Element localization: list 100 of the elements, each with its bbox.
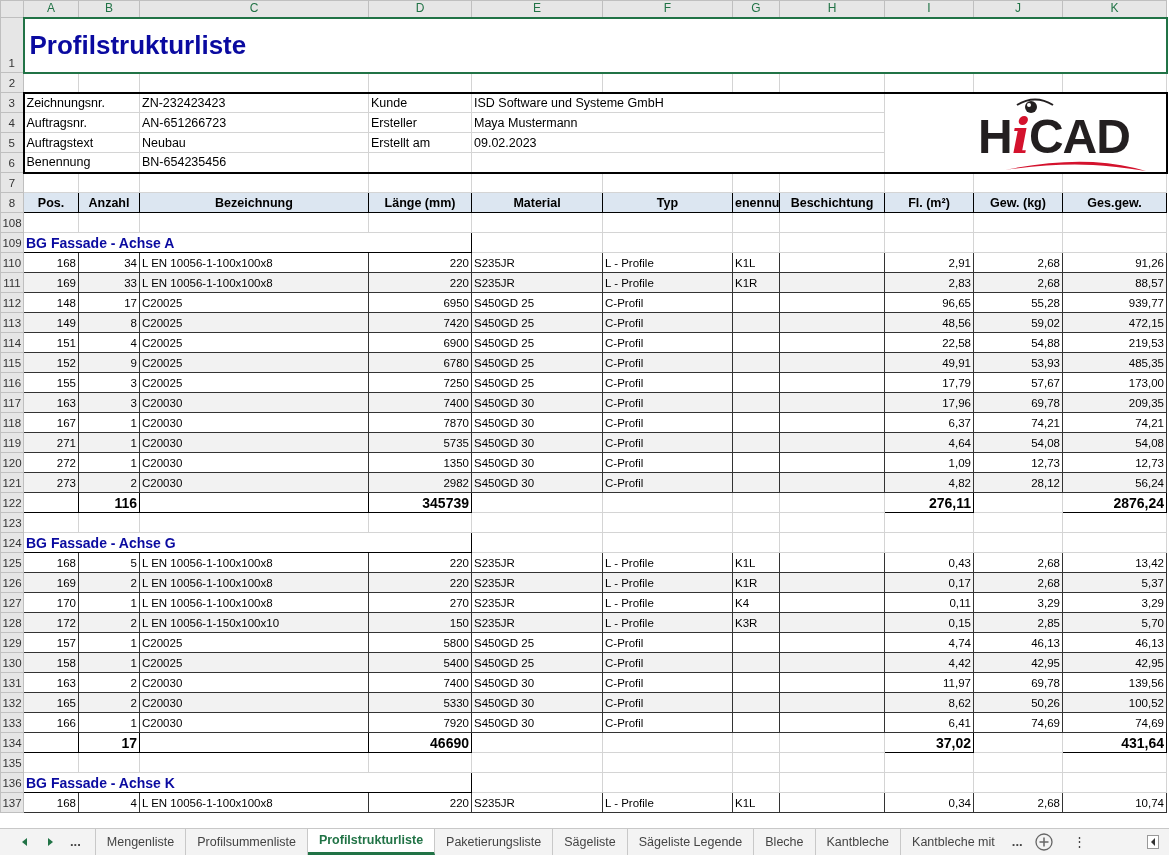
row-number[interactable]: 1: [0, 17, 24, 73]
table-cell: 46690: [368, 732, 472, 753]
table-cell: Auftragstext: [23, 132, 140, 153]
row-number[interactable]: 116: [0, 372, 24, 393]
row-number[interactable]: 124: [0, 532, 24, 553]
row-number[interactable]: 108: [0, 212, 24, 233]
sheet-tab[interactable]: Kantbleche: [815, 829, 902, 855]
sheet-tab[interactable]: Bleche: [754, 829, 816, 855]
table-cell: 10,74: [1062, 792, 1167, 813]
sheet-tab[interactable]: Paketierungsliste: [435, 829, 554, 855]
row-number[interactable]: 2: [0, 72, 24, 93]
row-number[interactable]: 8: [0, 192, 24, 213]
row-number[interactable]: 123: [0, 512, 24, 533]
row-number[interactable]: 132: [0, 692, 24, 713]
row-number[interactable]: 118: [0, 412, 24, 433]
table-cell: 0,43: [884, 552, 974, 573]
table-cell: 167: [23, 412, 79, 433]
table-cell: S235JR: [471, 252, 603, 273]
row-number[interactable]: 109: [0, 232, 24, 253]
row-number[interactable]: 113: [0, 312, 24, 333]
table-cell: 2,68: [973, 552, 1063, 573]
table-cell: C20025: [139, 372, 369, 393]
table-cell: 6950: [368, 292, 472, 313]
row-number[interactable]: 134: [0, 732, 24, 753]
row-number[interactable]: 4: [0, 112, 24, 133]
table-cell: Kunde: [368, 92, 472, 113]
row-number[interactable]: 6: [0, 152, 24, 173]
row-number[interactable]: 5: [0, 132, 24, 153]
column-header[interactable]: D: [368, 0, 472, 18]
table-cell: 74,21: [1062, 412, 1167, 433]
row-number[interactable]: 127: [0, 592, 24, 613]
row-number[interactable]: 131: [0, 672, 24, 693]
row-number[interactable]: 133: [0, 712, 24, 733]
table-cell: 5800: [368, 632, 472, 653]
next-sheet-icon[interactable]: [48, 838, 54, 846]
table-cell: 6,41: [884, 712, 974, 733]
row-number[interactable]: 120: [0, 452, 24, 473]
row-number[interactable]: 3: [0, 92, 24, 113]
table-cell: 7400: [368, 672, 472, 693]
previous-sheet-icon[interactable]: [22, 838, 28, 846]
add-sheet-icon[interactable]: [1034, 833, 1053, 851]
table-cell: S450GD 25: [471, 632, 603, 653]
row-number[interactable]: 110: [0, 252, 24, 273]
table-cell: 151: [23, 332, 79, 353]
sheet-tab[interactable]: Profilsummenliste: [186, 829, 308, 855]
column-header[interactable]: I: [884, 0, 974, 18]
row-number[interactable]: 111: [0, 272, 24, 293]
column-header[interactable]: A: [23, 0, 79, 18]
table-cell: 17: [78, 732, 140, 753]
row-number[interactable]: 128: [0, 612, 24, 633]
sheet-tab[interactable]: Kantbleche mit: [901, 829, 1006, 855]
sheet-overflow[interactable]: ...: [64, 832, 87, 852]
sheet-tab[interactable]: Profilstrukturliste: [307, 829, 436, 855]
row-number[interactable]: 122: [0, 492, 24, 513]
table-cell: 69,78: [973, 672, 1063, 693]
column-header[interactable]: G: [732, 0, 780, 18]
row-number[interactable]: 117: [0, 392, 24, 413]
table-cell: Ersteller: [368, 112, 472, 133]
row-number[interactable]: 119: [0, 432, 24, 453]
table-cell: 7250: [368, 372, 472, 393]
row-number[interactable]: 125: [0, 552, 24, 573]
row-number[interactable]: 121: [0, 472, 24, 493]
sheet-overflow[interactable]: ...: [1005, 832, 1029, 852]
row-number[interactable]: 126: [0, 572, 24, 593]
scroll-left-icon[interactable]: [1147, 835, 1159, 849]
row-number[interactable]: 130: [0, 652, 24, 673]
column-header[interactable]: E: [471, 0, 603, 18]
table-cell: 6900: [368, 332, 472, 353]
column-header[interactable]: F: [602, 0, 733, 18]
more-options[interactable]: ⋮: [1066, 832, 1092, 852]
table-cell: 220: [368, 252, 472, 273]
table-cell: S450GD 30: [471, 672, 603, 693]
table-cell: 2,68: [973, 252, 1063, 273]
column-header[interactable]: B: [78, 0, 140, 18]
row-number[interactable]: 135: [0, 752, 24, 773]
table-cell: C20030: [139, 712, 369, 733]
row-number[interactable]: 137: [0, 792, 24, 813]
table-cell: Benennung: [23, 152, 140, 173]
column-header[interactable]: J: [973, 0, 1063, 18]
table-cell: L EN 10056-1-100x100x8: [139, 552, 369, 573]
sheet-tab[interactable]: Mengenliste: [95, 829, 187, 855]
table-cell: 168: [23, 552, 79, 573]
row-number[interactable]: 115: [0, 352, 24, 373]
row-number[interactable]: 114: [0, 332, 24, 353]
row-number[interactable]: 129: [0, 632, 24, 653]
sheet-tab[interactable]: Sägeliste Legende: [627, 829, 755, 855]
row-number[interactable]: 112: [0, 292, 24, 313]
row-number[interactable]: 136: [0, 772, 24, 793]
table-cell: 17: [78, 292, 140, 313]
table-cell: Erstellt am: [368, 132, 472, 153]
row-number[interactable]: 7: [0, 172, 24, 193]
table-cell: K1L: [732, 552, 780, 573]
table-cell: C-Profil: [602, 632, 733, 653]
column-header[interactable]: C: [139, 0, 369, 18]
sheet-tab[interactable]: Sägeliste: [553, 829, 628, 855]
column-header[interactable]: H: [779, 0, 885, 18]
column-header[interactable]: K: [1062, 0, 1167, 18]
table-cell: 17,79: [884, 372, 974, 393]
table-cell: L - Profile: [602, 252, 733, 273]
table-cell: Zeichnungsnr.: [23, 92, 140, 113]
